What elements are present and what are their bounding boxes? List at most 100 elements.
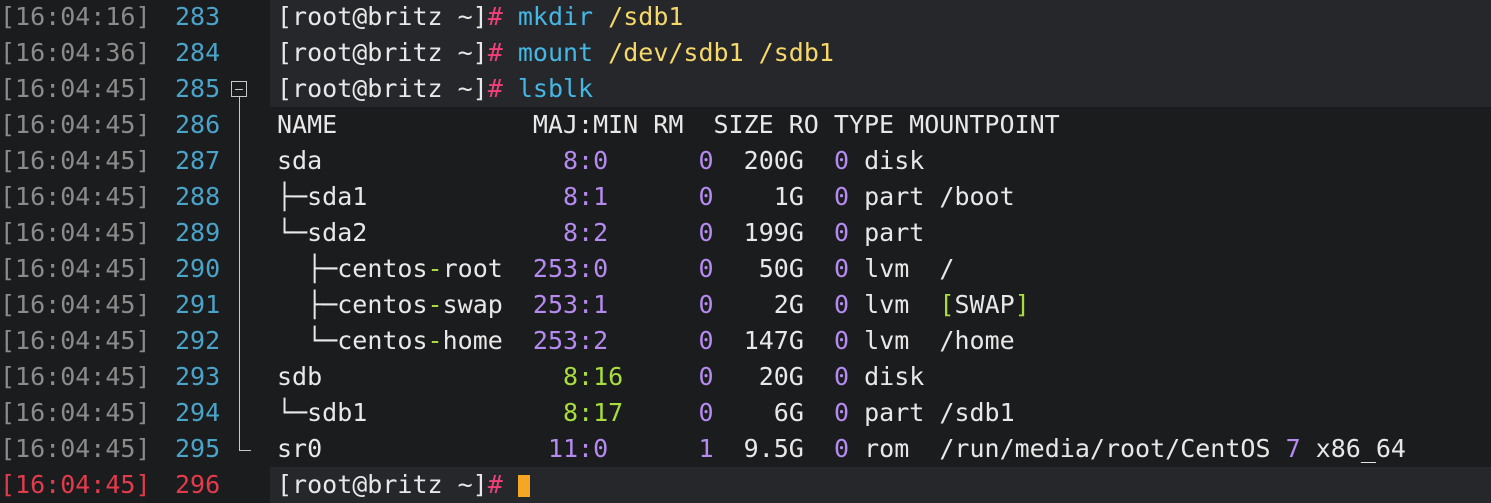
type: part <box>864 182 925 211</box>
line-number: 283 <box>175 2 221 31</box>
ro-flag: 0 <box>834 254 850 283</box>
tree-branch: └─ <box>277 326 338 355</box>
table-header: NAME MAJ:MIN RM SIZE RO TYPE MOUNTPOINT <box>277 110 1060 139</box>
command: mount <box>517 38 594 67</box>
timestamp: [16:04:45] <box>0 254 151 283</box>
timestamp: [16:04:45] <box>0 398 151 427</box>
minor-number: 17 <box>593 398 624 427</box>
type: part <box>864 398 925 427</box>
line-content: sr0 11:0 1 9.5G 0 rom /run/media/root/Ce… <box>277 434 1406 463</box>
line-number: 285 <box>175 74 221 103</box>
timestamp: [16:04:45] <box>0 146 151 175</box>
fold-toggle-icon[interactable] <box>231 81 247 97</box>
device-name: sda2 <box>307 218 368 247</box>
device-name: centos <box>337 254 428 283</box>
major-number: 8 <box>562 362 579 391</box>
terminal-line: [16:04:45] 289 └─sda2 8:2 0 199G 0 part <box>0 215 1491 251</box>
prompt-sign: # <box>487 38 503 67</box>
terminal-line: [16:04:45] 287 sda 8:0 0 200G 0 disk <box>0 143 1491 179</box>
terminal-line: [16:04:36] 284 [root@britz ~]# mount /dev/… <box>0 35 1491 71</box>
line-content: [root@britz ~]# mount /dev/sdb1 /sdb1 <box>277 35 834 71</box>
minor-number: 16 <box>593 362 624 391</box>
command-arg: /sdb1 <box>608 2 684 31</box>
minor-number: 1 <box>593 290 609 319</box>
ro-flag: 0 <box>833 434 850 463</box>
prompt-sign: # <box>487 2 503 31</box>
rm-flag: 0 <box>698 398 714 427</box>
fold-guide-line <box>239 97 240 450</box>
minor-number: 2 <box>593 218 609 247</box>
tree-branch: └─ <box>277 218 308 247</box>
command-arg: /dev/sdb1 /sdb1 <box>608 38 834 67</box>
tree-branch: └─ <box>277 398 308 427</box>
rm-flag: 0 <box>698 254 714 283</box>
size: 147G <box>743 326 804 355</box>
major-number: 8 <box>563 398 579 427</box>
type: lvm <box>864 254 925 283</box>
prompt-sign: # <box>487 74 503 103</box>
minor-number: 2 <box>593 326 609 355</box>
cursor <box>517 475 530 497</box>
line-number: 284 <box>175 38 221 67</box>
device-name: sdb1 <box>307 398 368 427</box>
line-number: 296 <box>175 470 221 499</box>
minor-number: 0 <box>593 254 609 283</box>
command: lsblk <box>517 74 594 103</box>
ro-flag: 0 <box>833 146 850 175</box>
rm-flag: 0 <box>698 146 714 175</box>
line-content: NAME MAJ:MIN RM SIZE RO TYPE MOUNTPOINT <box>277 107 1060 143</box>
line-number: 292 <box>175 326 221 355</box>
device-name-part: swap <box>442 290 503 319</box>
ro-flag: 0 <box>833 362 850 391</box>
line-content: └─centos-home 253:2 0 147G 0 lvm /home <box>277 326 1015 355</box>
major-number: 253 <box>532 290 579 319</box>
terminal-line: [16:04:45] 294 └─sdb1 8:17 0 6G 0 part /sd… <box>0 395 1491 431</box>
line-number: 290 <box>175 254 221 283</box>
prompt: [root@britz ~] <box>277 470 488 499</box>
major-number: 8 <box>563 182 579 211</box>
ro-flag: 0 <box>834 326 850 355</box>
size: 20G <box>743 362 804 391</box>
prompt: [root@britz ~] <box>277 74 488 103</box>
timestamp: [16:04:45] <box>0 470 151 499</box>
device-name: sr0 <box>277 434 323 463</box>
size: 6G <box>743 398 804 427</box>
line-content: sda 8:0 0 200G 0 disk <box>277 146 925 175</box>
terminal[interactable]: [16:04:16] 283 [root@britz ~]# mkdir /sdb1… <box>0 0 1491 503</box>
terminal-line: [16:04:45] 285 [root@britz ~]# lsblk <box>0 71 1491 107</box>
mountpoint: / <box>939 254 955 283</box>
line-number: 295 <box>175 434 221 463</box>
rm-flag: 0 <box>698 362 714 391</box>
fold-end-tick <box>239 450 251 451</box>
ro-flag: 0 <box>834 218 850 247</box>
type: rom <box>864 434 925 463</box>
timestamp: [16:04:45] <box>0 218 151 247</box>
line-content: └─sdb1 8:17 0 6G 0 part /sdb1 <box>277 398 1015 427</box>
prompt-sign: # <box>487 470 503 499</box>
line-content: ├─sda1 8:1 0 1G 0 part /boot <box>277 182 1015 211</box>
major-number: 253 <box>532 254 579 283</box>
line-content: sdb 8:16 0 20G 0 disk <box>277 362 925 391</box>
minor-number: 0 <box>593 146 609 175</box>
device-name: sdb <box>277 362 323 391</box>
type: disk <box>864 362 925 391</box>
line-number: 286 <box>175 110 221 139</box>
rm-flag: 0 <box>698 182 714 211</box>
line-content: [root@britz ~]# <box>277 467 530 503</box>
type: part <box>864 218 925 247</box>
timestamp: [16:04:45] <box>0 74 151 103</box>
timestamp: [16:04:45] <box>0 362 151 391</box>
line-number: 294 <box>175 398 221 427</box>
size: 1G <box>743 182 804 211</box>
timestamp: [16:04:45] <box>0 290 151 319</box>
line-number: 289 <box>175 218 221 247</box>
line-number: 293 <box>175 362 221 391</box>
line-number: 288 <box>175 182 221 211</box>
minor-number: 1 <box>593 182 609 211</box>
line-content: └─sda2 8:2 0 199G 0 part <box>277 218 925 247</box>
ro-flag: 0 <box>834 398 850 427</box>
device-name-part: root <box>442 254 503 283</box>
terminal-line: [16:04:45] 295 sr0 11:0 1 9.5G 0 rom /run/… <box>0 431 1491 467</box>
mountpoint: /sdb1 <box>939 398 1015 427</box>
minor-number: 0 <box>593 434 609 463</box>
